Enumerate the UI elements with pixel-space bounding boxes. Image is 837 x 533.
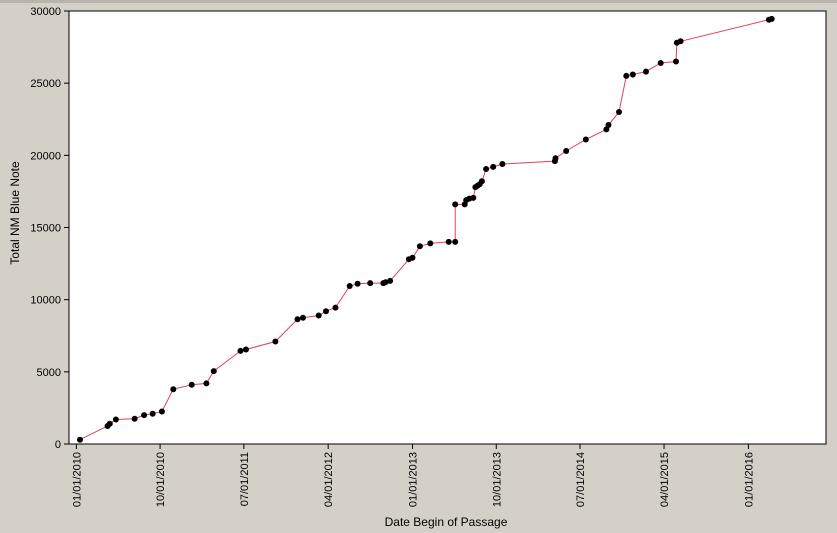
data-point — [354, 280, 361, 287]
x-tick-label: 07/01/2014 — [575, 452, 587, 507]
data-point — [106, 420, 113, 427]
y-tick-label: 30000 — [30, 6, 61, 18]
data-point — [170, 386, 177, 393]
data-point — [300, 314, 306, 321]
y-tick-label: 10000 — [30, 295, 61, 307]
x-tick-label: 01/01/2010 — [71, 452, 83, 507]
data-point — [323, 308, 329, 315]
data-point — [470, 194, 477, 201]
data-point — [188, 381, 195, 388]
y-tick-label: 15000 — [30, 223, 61, 235]
data-point — [605, 122, 612, 128]
x-tick-label: 04/01/2015 — [659, 452, 671, 507]
y-tick-label: 20000 — [30, 150, 61, 162]
data-point — [367, 280, 374, 287]
data-point — [237, 347, 244, 354]
x-tick-label: 10/01/2013 — [491, 452, 503, 507]
data-point — [112, 416, 119, 423]
data-point — [629, 71, 636, 78]
data-point — [452, 238, 459, 245]
data-point — [452, 201, 459, 208]
data-point — [563, 148, 570, 154]
data-point — [643, 68, 649, 75]
data-point — [141, 412, 148, 419]
data-point — [616, 109, 622, 115]
x-tick-label: 01/01/2016 — [743, 452, 755, 507]
data-point — [445, 238, 452, 245]
y-axis-title: Total NM Blue Note — [8, 161, 22, 265]
data-point — [210, 368, 217, 375]
data-point — [499, 161, 506, 167]
data-point — [483, 166, 490, 172]
data-point — [315, 312, 322, 319]
line-chart: 01/01/2010 10/01/2010 07/01/2011 04/01/2012… — [0, 0, 837, 533]
data-point — [77, 436, 83, 443]
data-point — [768, 15, 775, 22]
data-point — [332, 304, 339, 311]
top-edge-strip — [0, 0, 837, 3]
x-tick-label: 04/01/2012 — [323, 452, 335, 507]
data-point — [677, 38, 684, 45]
x-tick-label: 10/01/2010 — [155, 452, 167, 507]
x-tick-label: 01/01/2013 — [408, 452, 420, 507]
y-tick-label: 25000 — [30, 78, 61, 90]
data-point — [346, 283, 353, 289]
data-point — [623, 72, 630, 79]
plot-area — [68, 10, 827, 445]
data-point — [552, 155, 559, 162]
data-point — [131, 415, 138, 422]
data-point — [657, 60, 664, 66]
data-point — [149, 410, 156, 417]
data-point — [294, 316, 301, 323]
data-point — [582, 136, 589, 143]
data-point — [490, 163, 497, 170]
data-point — [416, 243, 423, 250]
data-point — [427, 240, 434, 247]
data-point — [673, 58, 679, 65]
data-point — [272, 338, 279, 345]
data-point — [158, 408, 165, 415]
x-axis-title: Date Begin of Passage — [385, 515, 508, 529]
y-tick-label: 5000 — [37, 367, 61, 379]
x-tick-label: 07/01/2011 — [239, 452, 251, 506]
data-point — [243, 346, 249, 353]
data-point — [478, 178, 485, 185]
data-point — [409, 254, 416, 261]
data-point — [203, 380, 210, 387]
data-point — [387, 277, 394, 284]
y-tick-label: 0 — [55, 439, 61, 451]
